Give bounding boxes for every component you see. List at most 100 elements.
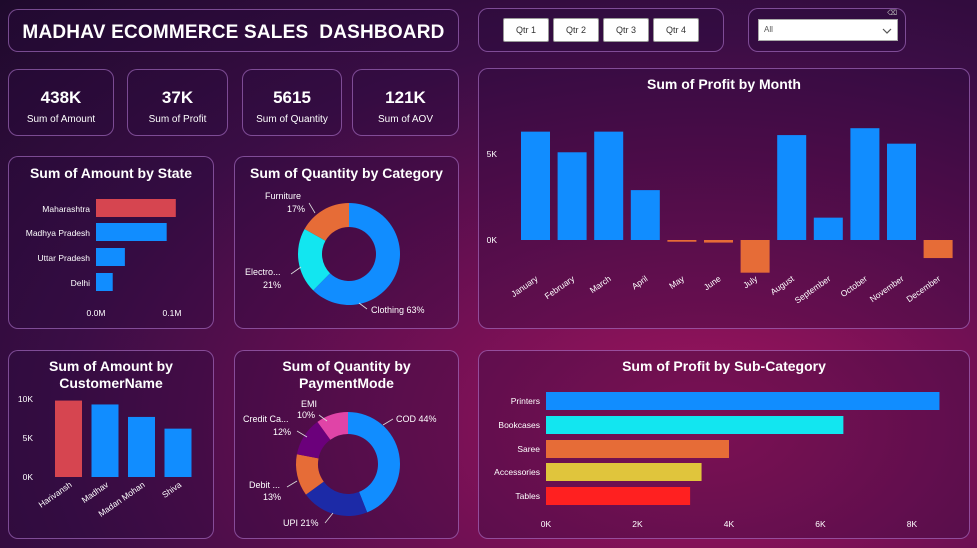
kpi-value: 438K <box>40 88 82 107</box>
quantity-by-category-chart: Clothing 63% Electro... 21% Furniture 17% <box>245 191 425 315</box>
kpi-value: 121K <box>385 88 426 107</box>
chevron-down-icon <box>882 28 892 34</box>
bar-madhya-pradesh <box>96 223 167 241</box>
bar-shiva <box>164 428 192 477</box>
subcategory-label: Bookcases <box>498 420 540 430</box>
label-credit-card: Credit Ca... <box>243 414 289 424</box>
kpi-label: Sum of Profit <box>148 114 207 125</box>
leader-line <box>290 266 302 275</box>
label-emi-pct: 10% <box>297 410 315 420</box>
kpi-card-profit: 37K Sum of Profit <box>127 69 228 136</box>
x-tick-label: October <box>839 273 870 299</box>
kpi-label: Sum of Quantity <box>256 114 328 125</box>
bar-accessories <box>546 463 702 481</box>
x-tick-label: 2K <box>632 519 643 529</box>
x-tick-label: November <box>868 273 906 304</box>
x-tick-label: August <box>768 273 796 297</box>
state-label: Delhi <box>71 278 90 288</box>
label-debit-card-pct: 13% <box>263 492 281 502</box>
x-tick-label: 0.0M <box>87 308 106 318</box>
bar-april <box>630 190 660 240</box>
leader-line <box>382 418 394 426</box>
x-tick-label: 8K <box>907 519 918 529</box>
bar-bookcases <box>546 416 844 434</box>
subcategory-label: Tables <box>515 491 540 501</box>
subcategory-label: Saree <box>517 444 540 454</box>
state-label: Madhya Pradesh <box>26 228 91 238</box>
quantity-by-paymentmode-chart: COD 44% UPI 21% Debit ... 13% Credit Ca... 12… <box>243 399 437 528</box>
label-emi: EMI <box>301 399 317 409</box>
bar-march <box>594 131 624 240</box>
leader-line <box>308 202 316 214</box>
chart-panel-quantity-by-category: Sum of Quantity by Category Clothing 63%… <box>234 156 459 329</box>
chart-panel-amount-by-customer: Sum of Amount by CustomerName 0K 5K 10K Har… <box>8 350 214 539</box>
x-tick-label: Shiva <box>160 479 183 500</box>
x-tick-label: January <box>509 273 540 299</box>
chart-panel-profit-by-subcategory: Sum of Profit by Sub-Category Printers Bo… <box>478 350 970 539</box>
label-furniture: Furniture <box>265 191 301 201</box>
y-tick-label: 0K <box>23 472 34 482</box>
label-furniture-pct: 17% <box>287 204 305 214</box>
state-label: Uttar Pradesh <box>38 253 91 263</box>
x-tick-label: 0.1M <box>163 308 182 318</box>
bar-september <box>813 217 843 240</box>
label-electronics-pct: 21% <box>263 280 281 290</box>
chart-panel-amount-by-state: Sum of Amount by State Maharashtra Madhya… <box>8 156 214 329</box>
eraser-icon[interactable]: ⌫ <box>887 9 897 17</box>
profit-by-month-chart: 0K 5K January February March April May June July… <box>487 128 953 305</box>
x-tick-label: April <box>630 273 650 291</box>
bar-madhav <box>91 404 119 477</box>
bar-harivansh <box>55 400 82 477</box>
bar-january <box>521 131 550 240</box>
filter-value: All <box>764 25 773 34</box>
y-tick-label: 5K <box>487 149 498 159</box>
x-tick-label: 4K <box>724 519 735 529</box>
filter-dropdown[interactable]: All <box>758 19 898 41</box>
state-label: Maharashtra <box>42 204 90 214</box>
y-tick-label: 5K <box>23 433 34 443</box>
label-debit-card: Debit ... <box>249 480 280 490</box>
amount-by-customer-chart: 0K5K10KHarivansh MadhavMadan Mohan Shiva <box>18 394 192 519</box>
bar-june <box>704 240 733 243</box>
title-panel: MADHAV ECOMMERCE SALES DASHBOARD <box>8 9 459 52</box>
bar-printers <box>546 392 940 410</box>
kpi-label: Sum of Amount <box>26 114 96 125</box>
chart-panel-profit-by-month: Sum of Profit by Month 0K 5K January Februa… <box>478 68 970 329</box>
kpi-label: Sum of AOV <box>377 114 434 125</box>
chart-panel-quantity-by-paymentmode: Sum of Quantity by PaymentMode COD 44% UP… <box>234 350 459 539</box>
x-tick-label: Madhav <box>80 479 111 505</box>
amount-by-state-chart: Maharashtra Madhya Pradesh Uttar Pradesh De… <box>26 199 182 318</box>
y-tick-label: 0K <box>487 235 498 245</box>
label-clothing: Clothing 63% <box>371 305 425 315</box>
x-tick-label: Harivansh <box>37 479 74 509</box>
quarter-button-3[interactable]: Qtr 3 <box>603 18 649 42</box>
quarter-button-1[interactable]: Qtr 1 <box>503 18 549 42</box>
kpi-value: 5615 <box>273 88 311 107</box>
leader-line <box>286 480 298 488</box>
label-credit-card-pct: 12% <box>273 427 291 437</box>
quarter-button-2[interactable]: Qtr 2 <box>553 18 599 42</box>
label-electronics: Electro... <box>245 267 281 277</box>
bar-december <box>923 240 953 259</box>
y-tick-label: 10K <box>18 394 33 404</box>
x-tick-label: July <box>741 273 760 290</box>
x-tick-label: March <box>588 273 613 295</box>
bar-july <box>740 240 770 273</box>
bar-maharashtra <box>96 199 176 217</box>
x-tick-label: 0K <box>541 519 552 529</box>
bar-saree <box>546 440 729 458</box>
bar-delhi <box>96 273 113 291</box>
bar-october <box>850 128 880 240</box>
bar-november <box>887 143 916 240</box>
x-tick-label: May <box>667 273 687 291</box>
label-upi: UPI 21% <box>283 518 319 528</box>
kpi-card-aov: 121K Sum of AOV <box>352 69 459 136</box>
bar-tables <box>546 487 691 505</box>
quarter-button-4[interactable]: Qtr 4 <box>653 18 699 42</box>
subcategory-label: Printers <box>511 396 540 406</box>
bar-february <box>557 152 587 240</box>
bar-uttar-pradesh <box>96 248 125 266</box>
bar-madan-mohan <box>128 416 155 477</box>
x-tick-label: December <box>904 273 942 304</box>
kpi-card-quantity: 5615 Sum of Quantity <box>242 69 342 136</box>
